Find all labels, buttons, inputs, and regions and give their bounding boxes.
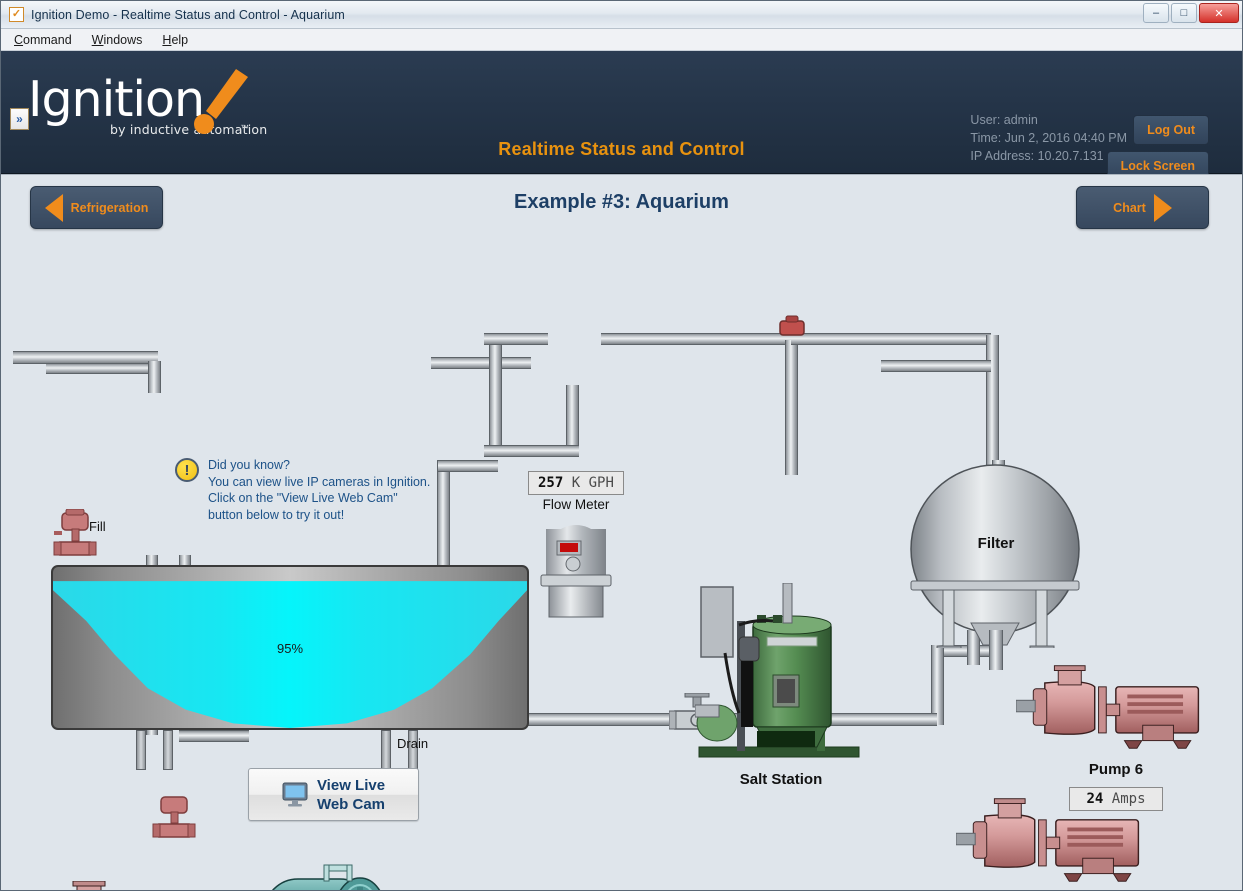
pump7-icon [956,798,1148,882]
filter-vessel-icon [909,463,1081,648]
pipe-flowmeter-right [601,333,791,345]
minimize-button[interactable]: – [1143,3,1169,23]
salt-station-label: Salt Station [701,771,861,788]
monitor-icon [282,782,308,807]
flow-meter-label: Flow Meter [501,497,651,512]
flow-meter-unit: K GPH [572,475,614,491]
pump5-icon [33,881,233,890]
pipe-flowmeter-down [489,335,502,445]
fill-valve-icon [52,509,98,559]
pipe-fill-lower [46,363,158,374]
application-window: ✓ Ignition Demo - Realtime Status and Co… [0,0,1243,891]
pipe-flowmeter-stem [566,385,579,447]
tank-legs [51,730,529,770]
menu-item-command[interactable]: CCommandommand [14,33,72,47]
pipe-filter-side [881,360,991,372]
pipe-filter-inlet [791,333,991,345]
pipe-flowmeter-left [484,333,548,345]
user-line: User: admin [970,111,1127,129]
close-button[interactable]: ✕ [1199,3,1239,23]
pump6-icon [1016,665,1208,749]
drain-label: Drain [397,736,428,751]
app-icon: ✓ [9,7,24,22]
pipe-filter-outlet [989,630,1003,670]
time-line: Time: Jun 2, 2016 04:40 PM [970,129,1127,147]
ignition-logo: Ignition ™ by inductive automation [28,75,267,137]
main-panel: Refrigeration Chart Example #3: Aquarium… [1,174,1242,890]
pump6-label: Pump 6 [1036,761,1196,778]
logo-exclamation-icon [190,67,250,145]
tank-level-label: 95% [51,641,529,656]
flow-meter-readout: 257 K GPH [528,471,624,495]
page-title: Example #3: Aquarium [1,191,1242,214]
pipe-fill-drop [148,361,161,393]
salt-valve-icon [774,315,810,341]
pipe-salt-riser [785,340,798,475]
flow-meter-value: 257 [538,475,563,491]
window-title: Ignition Demo - Realtime Status and Cont… [31,8,345,22]
heater-valve-icon [151,795,197,843]
logout-button[interactable]: Log Out [1133,115,1209,145]
webcam-line2: Web Cam [317,795,385,814]
session-info: User: admin Time: Jun 2, 2016 04:40 PM I… [970,111,1127,165]
exclamation-icon: ! [175,458,199,482]
aquarium-tank: 95% [51,565,529,730]
filter-label: Filter [931,535,1061,552]
menu-bar: CCommandommand Windows Help [1,29,1242,51]
pipe-filter-left-riser [986,335,999,465]
maximize-button[interactable]: □ [1171,3,1197,23]
callout-top-body: You can view live IP cameras in Ignition… [208,474,430,524]
menu-item-help[interactable]: Help [162,33,188,47]
window-controls: – □ ✕ [1143,3,1239,23]
callout-top-heading: Did you know? [208,457,430,474]
view-live-webcam-button[interactable]: View Live Web Cam [248,768,419,821]
expand-panel-icon[interactable]: » [10,108,29,130]
pipe-tank-top-right [431,357,531,369]
heating-unit-icon [244,861,444,890]
ip-line: IP Address: 10.20.7.131 [970,147,1127,165]
pipe-flowmeter-bottom [484,445,579,457]
flow-meter-icon [535,519,617,619]
title-bar: ✓ Ignition Demo - Realtime Status and Co… [1,1,1242,29]
callout-top: ! Did you know? You can view live IP cam… [175,457,430,523]
pipe-left-return-top [438,460,498,472]
webcam-line1: View Live [317,776,385,795]
logo-tm-icon: ™ [240,123,249,133]
menu-item-windows[interactable]: Windows [92,33,143,47]
ignition-header: » Ignition ™ by inductive automation Rea… [1,51,1242,174]
salt-station-icon [695,583,865,765]
